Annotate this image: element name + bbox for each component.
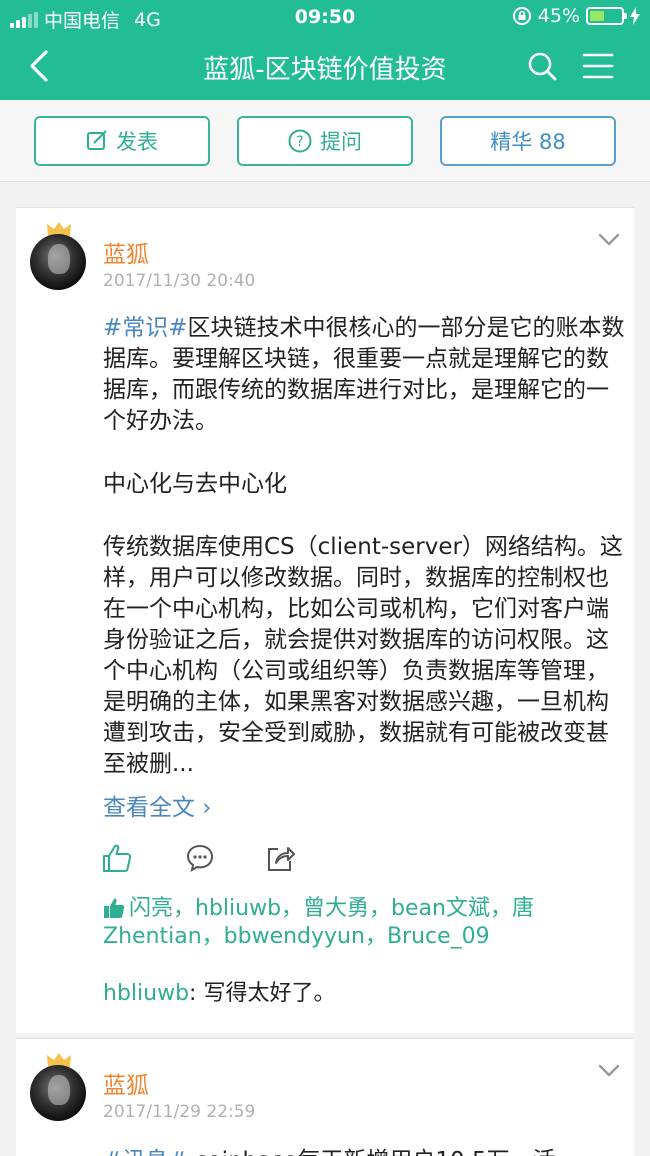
edit-icon xyxy=(87,130,107,150)
like-icon[interactable] xyxy=(101,842,133,874)
comment-item: hbliuwb: 写得太好了。 xyxy=(103,975,335,1007)
ask-button[interactable]: ? 提问 xyxy=(237,116,413,166)
featured-button-label: 精华 88 xyxy=(490,130,566,154)
action-bar: 发表 ? 提问 精华 88 xyxy=(0,100,650,182)
nav-bar: 蓝狐-区块链价值投资 xyxy=(0,34,650,100)
post-subheading: 中心化与去中心化 xyxy=(103,471,287,497)
paragraph-text: coinbase每天新增用户10.5万，活 xyxy=(188,1148,556,1156)
avatar[interactable] xyxy=(30,234,86,290)
chevron-down-icon[interactable] xyxy=(598,1063,620,1079)
status-bar: 中国电信 4G 09:50 45% xyxy=(0,0,650,34)
avatar[interactable] xyxy=(30,1065,86,1121)
author-name[interactable]: 蓝狐 xyxy=(103,1066,149,1100)
battery-percent: 45% xyxy=(537,5,580,27)
post-card: 蓝狐 2017/11/29 22:59 #讯息# coinbase每天新增用户1… xyxy=(16,1038,634,1156)
comment-icon[interactable] xyxy=(184,842,216,874)
thumbs-up-icon xyxy=(104,898,125,918)
status-right: 45% xyxy=(512,5,640,27)
featured-button[interactable]: 精华 88 xyxy=(440,116,616,166)
author-name[interactable]: 蓝狐 xyxy=(103,235,149,269)
likers-list: 闪亮，hbliuwb，曾大勇，bean文斌，唐Zhentian，bbwendyy… xyxy=(103,895,623,951)
ask-button-label: 提问 xyxy=(320,130,362,154)
search-icon[interactable] xyxy=(526,50,558,82)
topic-tag[interactable]: #常识# xyxy=(103,315,188,341)
svg-text:?: ? xyxy=(296,134,303,150)
post-card: 蓝狐 2017/11/30 20:40 #常识#区块链技术中很核心的一部分是它的… xyxy=(16,207,634,1033)
post-button-label: 发表 xyxy=(116,130,158,154)
post-date: 2017/11/29 22:59 xyxy=(103,1102,256,1122)
post-date: 2017/11/30 20:40 xyxy=(103,271,256,291)
charging-icon xyxy=(630,7,640,25)
chevron-down-icon[interactable] xyxy=(598,232,620,248)
battery-icon xyxy=(586,7,627,25)
menu-icon[interactable] xyxy=(582,50,614,82)
topic-tag[interactable]: #讯息# xyxy=(103,1148,188,1156)
battery-fill xyxy=(590,11,604,21)
post-paragraph: 传统数据库使用CS（client-server）网络结构。这样，用户可以修改数据… xyxy=(103,534,623,777)
share-icon[interactable] xyxy=(264,842,296,874)
post-paragraph: #讯息# coinbase每天新增用户10.5万，活 xyxy=(103,1146,628,1156)
post-content: #常识#区块链技术中很核心的一部分是它的账本数据库。要理解区块链，很重要一点就是… xyxy=(103,313,628,780)
question-icon: ? xyxy=(288,129,312,153)
comment-text: : 写得太好了。 xyxy=(189,981,336,1006)
post-paragraph: #常识#区块链技术中很核心的一部分是它的账本数据库。要理解区块链，很重要一点就是… xyxy=(103,313,628,437)
likers-names[interactable]: 闪亮，hbliuwb，曾大勇，bean文斌，唐Zhentian，bbwendyy… xyxy=(103,896,534,949)
comment-user[interactable]: hbliuwb xyxy=(103,981,189,1006)
post-actions xyxy=(101,842,301,874)
view-all-link[interactable]: 查看全文 › xyxy=(103,788,212,822)
post-button[interactable]: 发表 xyxy=(34,116,210,166)
post-content: #讯息# coinbase每天新增用户10.5万，活 xyxy=(103,1146,628,1156)
rotation-lock-icon xyxy=(512,7,531,25)
